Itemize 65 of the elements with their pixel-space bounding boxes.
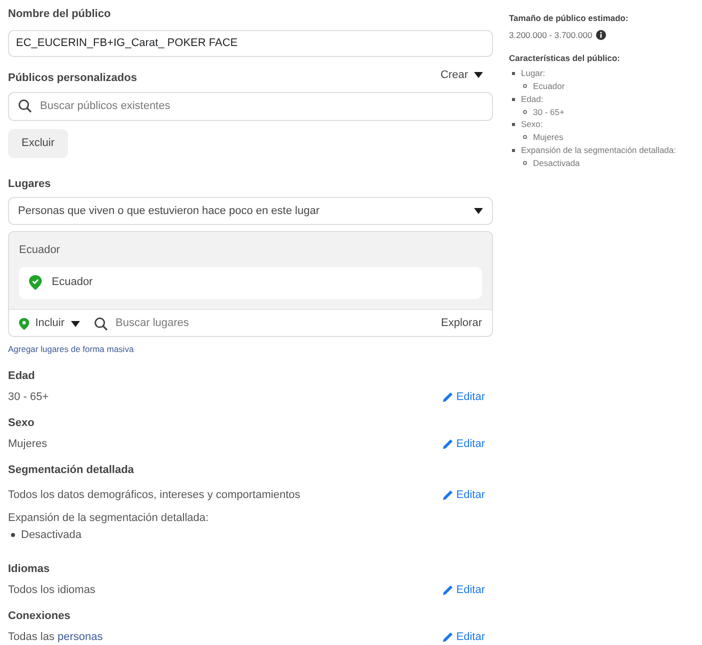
- browse-button[interactable]: Explorar: [441, 315, 482, 332]
- audience-name-field[interactable]: EC_EUCERIN_FB+IG_Carat_ POKER FACE: [8, 30, 493, 58]
- location-check-icon: [29, 275, 42, 290]
- bulk-locations-link[interactable]: Agregar lugares de forma masiva: [8, 343, 134, 356]
- edit-button[interactable]: Editar: [443, 436, 493, 452]
- pencil-icon: [443, 392, 454, 402]
- characteristic-label: Lugar:: [521, 67, 546, 80]
- size-title: Tamaño de público estimado:: [509, 12, 630, 25]
- section-title: Segmentación detallada: [8, 463, 135, 478]
- pencil-icon: [443, 490, 454, 500]
- section-value: Todos los datos demográficos, intereses y comportamientos: [8, 488, 300, 502]
- location-chip: Ecuador: [19, 266, 482, 299]
- section-title: Sexo: [8, 416, 36, 431]
- characteristic-label: Expansión de la segmentación detallada:: [521, 144, 676, 156]
- section-value: 30 - 65+: [8, 390, 49, 404]
- exclude-button[interactable]: Excluir: [8, 129, 68, 158]
- section-value: Todos los idiomas: [8, 582, 96, 598]
- characteristic-label: Sexo:: [521, 118, 543, 131]
- edit-button[interactable]: Editar: [443, 486, 493, 503]
- create-dropdown[interactable]: Crear: [440, 67, 493, 84]
- field-label: Lugares: [8, 176, 52, 192]
- location-type-select[interactable]: Personas que viven o que estuvieron hace poco en este lugar: [8, 197, 493, 226]
- size-value: 3.200.000 - 3.700.000: [509, 28, 592, 42]
- characteristic-label: Edad:: [521, 92, 544, 106]
- field-label: Nombre del público: [8, 7, 112, 22]
- bullet-icon: [11, 532, 15, 537]
- expansion-value: Desactivada: [21, 528, 82, 542]
- caret-icon: [474, 208, 483, 214]
- expansion-label: Expansión de la segmentación detallada:: [8, 511, 210, 526]
- characteristic-value: 30 - 65+: [533, 106, 564, 118]
- caret-icon: [70, 320, 80, 327]
- search-icon: [18, 99, 32, 114]
- include-dropdown[interactable]: Incluir: [19, 315, 80, 332]
- location-search-field[interactable]: Buscar lugares: [116, 315, 434, 332]
- edit-button[interactable]: Editar: [443, 582, 493, 598]
- pencil-icon: [443, 632, 454, 642]
- bullet-icon: [523, 110, 527, 114]
- bullet-icon: [512, 72, 515, 76]
- pencil-icon: [443, 438, 454, 449]
- section-value: Mujeres: [8, 436, 48, 452]
- bullet-icon: [523, 84, 527, 88]
- bullet-icon: [523, 160, 527, 165]
- characteristics-title: Características del público:: [509, 52, 622, 64]
- caret-icon: [474, 72, 483, 78]
- characteristic-value: Ecuador: [533, 80, 565, 93]
- pencil-icon: [443, 584, 454, 595]
- bullet-icon: [512, 123, 515, 126]
- bullet-icon: [512, 148, 515, 152]
- field-label: Públicos personalizados: [8, 71, 137, 86]
- section-title: Idiomas: [8, 562, 51, 577]
- characteristic-value: Desactivada: [533, 156, 580, 170]
- edit-button[interactable]: Editar: [443, 388, 493, 405]
- bullet-icon: [512, 98, 515, 101]
- people-link[interactable]: personas: [57, 628, 103, 645]
- audience-search-field[interactable]: Buscar públicos existentes: [8, 92, 493, 122]
- search-icon: [94, 316, 108, 331]
- bullet-icon: [523, 135, 527, 140]
- characteristic-value: Mujeres: [533, 131, 564, 144]
- location-group-title: Ecuador: [19, 243, 61, 258]
- section-title: Conexiones: [8, 609, 72, 624]
- info-icon: [596, 30, 606, 40]
- section-value: Todas las: [8, 630, 54, 644]
- edit-button[interactable]: Editar: [443, 628, 493, 645]
- location-pin-icon: [19, 318, 30, 330]
- section-title: Edad: [8, 369, 36, 384]
